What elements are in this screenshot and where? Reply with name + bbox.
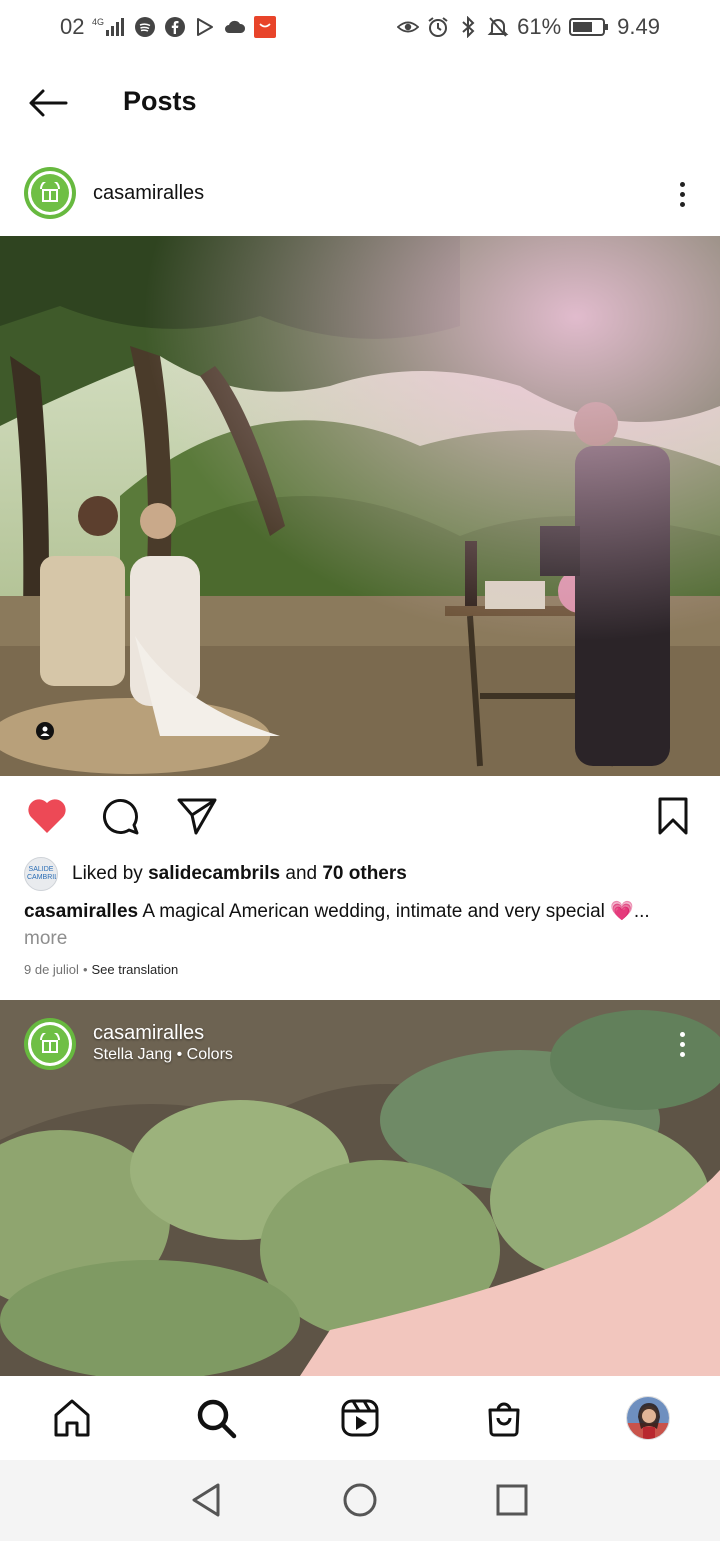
caption-username[interactable]: casamiralles xyxy=(24,901,138,922)
recents-icon xyxy=(496,1484,528,1516)
see-translation-link[interactable]: See translation xyxy=(92,962,179,977)
dot xyxy=(679,1041,685,1047)
system-navigation-bar xyxy=(0,1460,720,1541)
shop-icon xyxy=(488,1402,520,1437)
eye-icon xyxy=(397,16,420,38)
alarm-icon xyxy=(427,16,449,38)
tagged-people-icon[interactable] xyxy=(36,722,54,740)
battery-percent: 61% xyxy=(517,14,562,39)
profile-avatar xyxy=(626,1396,670,1440)
system-recents-button[interactable] xyxy=(490,1478,534,1522)
casamiralles-logo-icon xyxy=(31,174,69,212)
mi-store-icon xyxy=(254,16,277,38)
avatar-inner xyxy=(28,171,72,215)
status-bar-right: 61% 9.49 xyxy=(397,14,660,40)
home-circle-icon xyxy=(343,1483,377,1517)
facebook-icon xyxy=(164,16,186,38)
nav-home-button[interactable] xyxy=(48,1394,96,1442)
search-icon xyxy=(197,1399,237,1439)
date-separator: • xyxy=(82,962,88,977)
liked-by-and: and xyxy=(285,863,318,884)
reel-header: casamiralles Stella Jang • Colors xyxy=(0,1000,720,1080)
dot xyxy=(679,1031,685,1037)
reel-post[interactable]: casamiralles Stella Jang • Colors xyxy=(0,1000,720,1376)
likes-text: Liked by salidecambrils and 70 others xyxy=(72,863,407,885)
arrow-left-icon xyxy=(29,89,68,117)
dot xyxy=(679,191,685,197)
dot xyxy=(679,181,685,187)
post-meta: 9 de juliol • See translation xyxy=(24,962,178,977)
reel-more-options-button[interactable] xyxy=(668,1026,696,1062)
nav-search-button[interactable] xyxy=(192,1394,240,1442)
caption-more-link[interactable]: more xyxy=(24,928,67,949)
system-home-button[interactable] xyxy=(338,1478,382,1522)
post-header: casamiralles xyxy=(0,160,720,228)
post-author-username[interactable]: casamiralles xyxy=(93,182,204,205)
system-back-button[interactable] xyxy=(184,1478,228,1522)
casamiralles-logo-icon xyxy=(31,1025,69,1063)
home-icon xyxy=(54,1399,90,1437)
wedding-ceremony-photo xyxy=(0,236,720,776)
heart-filled-icon xyxy=(28,799,66,833)
comment-button[interactable] xyxy=(98,794,144,838)
dot xyxy=(679,201,685,207)
liker-avatar: SALIDE CAMBRILS xyxy=(24,857,58,891)
send-icon xyxy=(177,798,217,835)
post-date: 9 de juliol xyxy=(24,962,79,977)
liked-by-others[interactable]: 70 others xyxy=(322,863,406,884)
bell-off-icon xyxy=(487,16,509,38)
nav-reels-button[interactable] xyxy=(336,1394,384,1442)
likes-summary[interactable]: SALIDE CAMBRILS Liked by salidecambrils … xyxy=(24,856,407,892)
post-actions xyxy=(0,786,720,846)
play-store-icon xyxy=(194,16,216,38)
post-author-avatar[interactable] xyxy=(24,167,76,219)
reel-author-username[interactable]: casamiralles xyxy=(93,1022,204,1045)
liked-by-prefix: Liked by xyxy=(72,863,143,884)
share-button[interactable] xyxy=(174,794,220,838)
nav-profile-button[interactable] xyxy=(624,1394,672,1442)
post-image[interactable] xyxy=(0,236,720,776)
cloud-icon xyxy=(224,16,246,38)
more-options-button[interactable] xyxy=(668,176,696,212)
save-button[interactable] xyxy=(650,794,696,838)
status-bar-left: 02 4G xyxy=(60,14,277,40)
liked-by-user[interactable]: salidecambrils xyxy=(148,863,280,884)
signal-icon: 4G xyxy=(92,16,126,38)
reel-music-info[interactable]: Stella Jang • Colors xyxy=(93,1046,233,1064)
carrier-text: 02 xyxy=(60,14,85,39)
network-type-label: 4G xyxy=(92,17,104,27)
status-bar: 02 4G 61% 9.49 xyxy=(0,0,720,54)
bookmark-icon xyxy=(658,797,688,835)
back-button[interactable] xyxy=(24,80,72,126)
comment-icon xyxy=(103,799,139,835)
clock-time: 9.49 xyxy=(617,14,660,39)
reel-author-avatar[interactable] xyxy=(24,1018,76,1070)
bottom-navigation xyxy=(0,1376,720,1460)
dot xyxy=(679,1051,685,1057)
nav-shop-button[interactable] xyxy=(480,1394,528,1442)
liker-avatar-logo-text: SALIDE CAMBRILS xyxy=(27,866,58,881)
battery-icon xyxy=(569,16,609,38)
avatar-inner xyxy=(28,1022,72,1066)
reels-icon xyxy=(341,1399,379,1437)
back-icon xyxy=(192,1483,220,1517)
like-button[interactable] xyxy=(24,794,70,838)
post-caption: casamiralles A magical American wedding,… xyxy=(24,898,704,952)
page-title: Posts xyxy=(123,86,197,116)
caption-text: A magical American wedding, intimate and… xyxy=(142,901,650,922)
spotify-icon xyxy=(134,16,156,38)
bluetooth-icon xyxy=(457,16,479,38)
top-app-bar: Posts xyxy=(0,60,720,146)
